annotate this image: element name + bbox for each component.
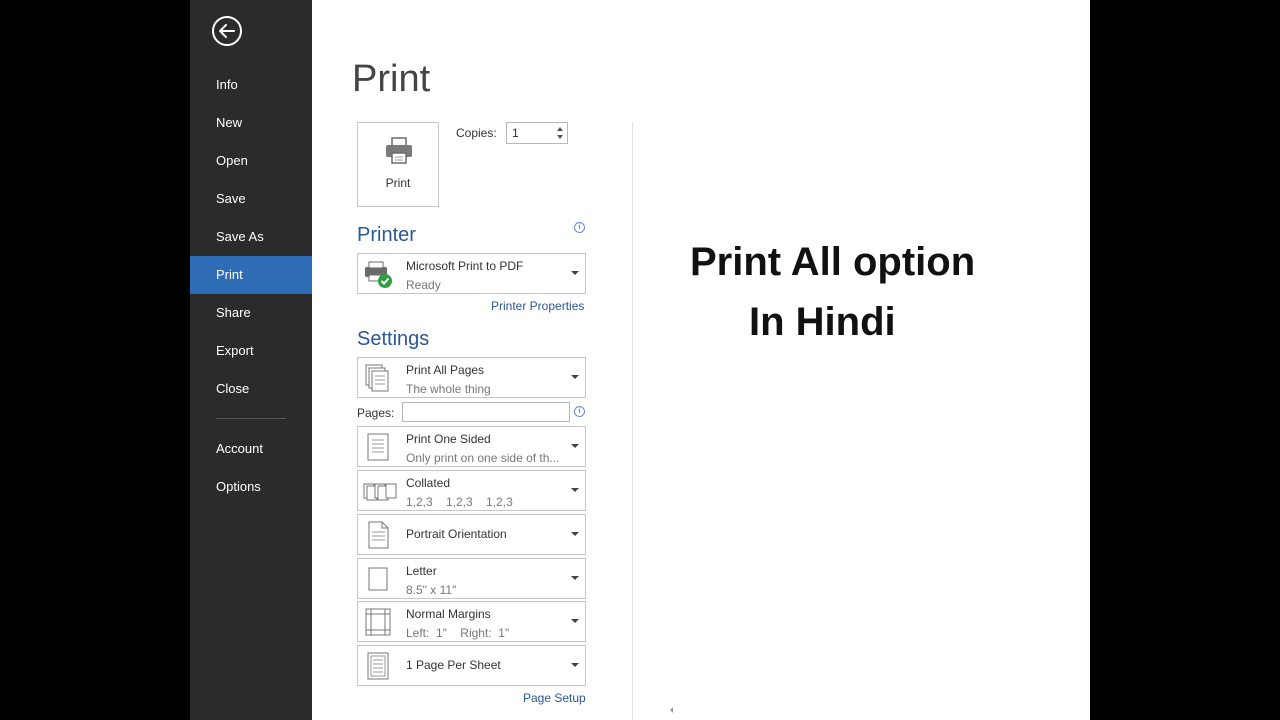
printer-dropdown[interactable]: Microsoft Print to PDF Ready [357, 253, 586, 294]
nav-account[interactable]: Account [190, 430, 312, 468]
sides-dropdown[interactable]: Print One Sided Only print on one side o… [357, 426, 586, 467]
copies-label: Copies: [456, 126, 497, 140]
nav-print[interactable]: Print [190, 256, 312, 294]
chevron-down-icon [571, 663, 579, 667]
nav-divider [216, 418, 286, 419]
portrait-icon [368, 521, 389, 549]
letter-icon [368, 567, 388, 591]
pages-icon [365, 364, 389, 392]
scroll-left-icon[interactable] [670, 707, 673, 713]
nav-save-as[interactable]: Save As [190, 218, 312, 256]
preview-divider [632, 122, 633, 720]
printer-info-icon[interactable]: i [574, 222, 585, 233]
pages-label: Pages: [357, 406, 395, 420]
chevron-down-icon [571, 619, 579, 623]
nav-new[interactable]: New [190, 104, 312, 142]
copies-down-icon[interactable] [557, 135, 563, 139]
pages-per-sheet-title: 1 Page Per Sheet [406, 658, 501, 672]
collation-subtitle: 1,2,3 1,2,3 1,2,3 [406, 495, 513, 509]
printer-name: Microsoft Print to PDF [406, 259, 524, 273]
printer-heading: Printer [357, 224, 416, 246]
nav-export[interactable]: Export [190, 332, 312, 370]
chevron-down-icon [571, 375, 579, 379]
nav-share[interactable]: Share [190, 294, 312, 332]
orientation-title: Portrait Orientation [406, 527, 507, 541]
nav-open[interactable]: Open [190, 142, 312, 180]
sides-subtitle: Only print on one side of th... [406, 451, 560, 465]
margins-icon [365, 608, 391, 636]
backstage-sidebar: Info New Open Save Save As Print Share E… [190, 0, 312, 720]
back-arrow-icon[interactable] [212, 16, 242, 46]
printer-status: Ready [406, 278, 441, 292]
sides-title: Print One Sided [406, 432, 491, 446]
paper-size-dropdown[interactable]: Letter 8.5" x 11" [357, 558, 586, 599]
page-title: Print [352, 58, 431, 100]
paper-size-subtitle: 8.5" x 11" [406, 583, 457, 597]
print-pane: Print Print Copies: 1 Printer i Microsof… [312, 0, 1090, 720]
page-setup-link[interactable]: Page Setup [523, 691, 586, 705]
print-button-label: Print [385, 176, 411, 190]
nav-info[interactable]: Info [190, 66, 312, 104]
collation-title: Collated [406, 476, 451, 490]
overlay-caption-line2: In Hindi [749, 300, 896, 344]
chevron-down-icon [571, 444, 579, 448]
printer-properties-link[interactable]: Printer Properties [491, 299, 584, 313]
page-per-sheet-icon [367, 652, 389, 680]
chevron-down-icon [571, 532, 579, 536]
margins-dropdown[interactable]: Normal Margins Left: 1" Right: 1" [357, 601, 586, 642]
nav-options[interactable]: Options [190, 468, 312, 506]
copies-up-icon[interactable] [557, 127, 563, 131]
print-range-subtitle: The whole thing [406, 382, 491, 396]
copies-stepper[interactable]: 1 [506, 122, 568, 144]
orientation-dropdown[interactable]: Portrait Orientation [357, 514, 586, 555]
backstage-window: Info New Open Save Save As Print Share E… [190, 0, 1090, 720]
print-button[interactable]: Print [357, 122, 439, 207]
print-range-title: Print All Pages [406, 363, 485, 377]
printer-status-icon [365, 261, 392, 288]
collation-dropdown[interactable]: Collated 1,2,3 1,2,3 1,2,3 [357, 470, 586, 511]
paper-size-title: Letter [406, 564, 437, 578]
one-sided-icon [367, 433, 389, 461]
printer-icon [386, 137, 412, 164]
pages-input[interactable] [402, 402, 570, 422]
chevron-down-icon [571, 271, 579, 275]
chevron-down-icon [571, 576, 579, 580]
pages-info-icon[interactable]: i [574, 406, 585, 417]
nav-close[interactable]: Close [190, 370, 312, 408]
nav-save[interactable]: Save [190, 180, 312, 218]
overlay-caption-line1: Print All option [690, 240, 976, 284]
settings-heading: Settings [357, 328, 430, 350]
chevron-down-icon [571, 488, 579, 492]
margins-title: Normal Margins [406, 607, 491, 621]
pages-per-sheet-dropdown[interactable]: 1 Page Per Sheet [357, 645, 586, 686]
copies-value: 1 [512, 126, 519, 140]
margins-subtitle: Left: 1" Right: 1" [406, 626, 510, 640]
print-range-dropdown[interactable]: Print All Pages The whole thing [357, 357, 586, 398]
collated-icon [363, 483, 397, 501]
